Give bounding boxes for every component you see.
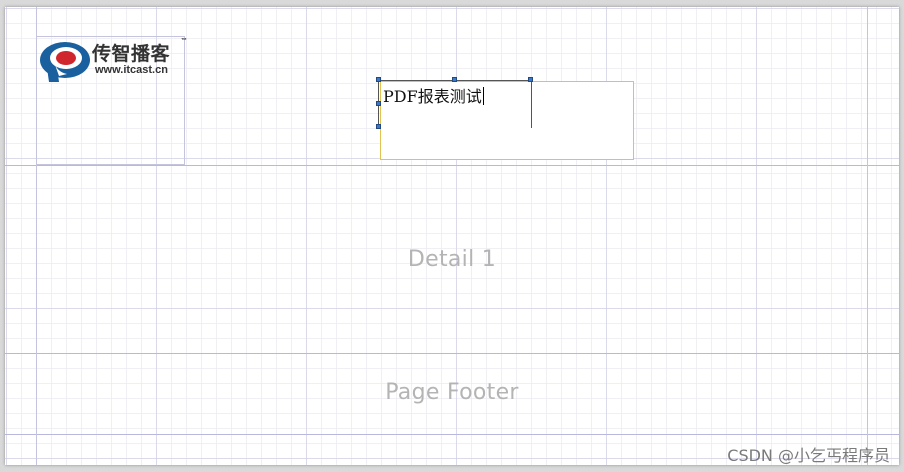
detail-band-label: Detail 1 (407, 247, 497, 272)
report-text-value: PDF报表测试 (383, 87, 482, 106)
itcast-logo-icon (40, 42, 90, 82)
report-text-field[interactable]: PDF报表测试 (380, 81, 634, 160)
detail-band-bottom-guide (5, 353, 899, 354)
logo-title: 传智播客 (92, 43, 171, 65)
report-design-canvas[interactable]: 传智播客 ™ www.itcast.cn PDF报表测试 Detail 1 Pa… (5, 7, 899, 465)
page-footer-band-label: Page Footer (385, 380, 519, 405)
resize-handle-top-left[interactable] (376, 77, 381, 82)
csdn-watermark: CSDN @小乞丐程序员 (727, 446, 890, 465)
report-text-field-content[interactable]: PDF报表测试 (383, 83, 484, 107)
logo-url: www.itcast.cn (95, 64, 168, 76)
text-caret (482, 87, 484, 105)
resize-handle-middle-left[interactable] (376, 101, 381, 106)
resize-handle-top-center[interactable] (452, 77, 457, 82)
logo-trademark: ™ (181, 38, 187, 44)
resize-handle-bottom-left[interactable] (376, 124, 381, 129)
resize-handle-top-right[interactable] (528, 77, 533, 82)
logo-image-element[interactable]: 传智播客 ™ www.itcast.cn (36, 36, 187, 165)
header-band-bottom-guide (5, 165, 899, 166)
footer-band-bottom-guide (5, 434, 899, 435)
